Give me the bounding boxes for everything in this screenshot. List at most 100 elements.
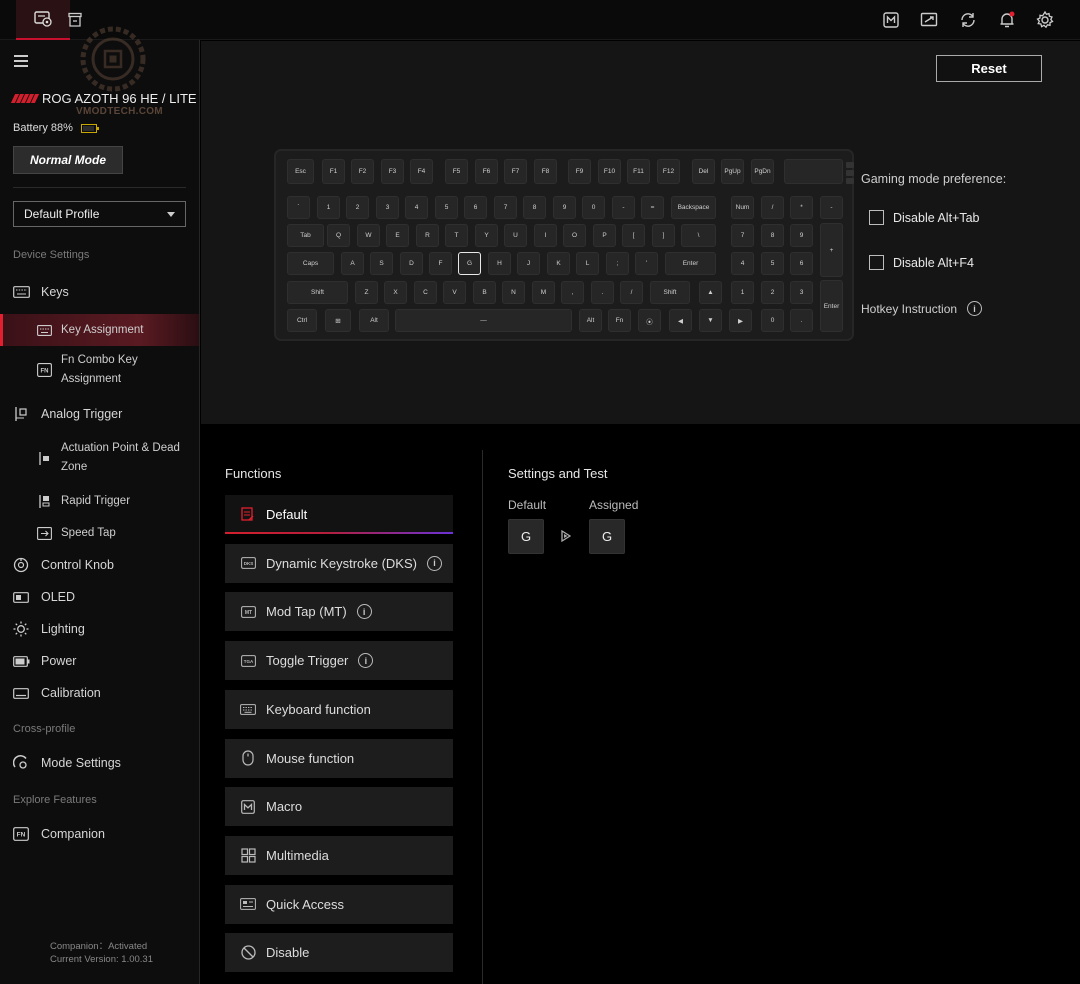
key[interactable]: Enter (820, 280, 843, 332)
profile-dropdown[interactable]: Default Profile (13, 201, 186, 227)
alt-f4-checkbox[interactable] (869, 255, 884, 270)
key[interactable]: T (445, 224, 468, 247)
key[interactable]: C (414, 281, 437, 304)
key[interactable]: O (563, 224, 586, 247)
function-item-macro[interactable]: Macro (225, 787, 453, 827)
key[interactable]: Caps (287, 252, 334, 275)
key[interactable]: + (820, 223, 843, 277)
key[interactable]: X (384, 281, 407, 304)
key[interactable]: F8 (534, 159, 557, 184)
key[interactable]: D (400, 252, 423, 275)
key[interactable]: - (612, 196, 635, 219)
settings-gear-icon[interactable] (1035, 10, 1055, 30)
key[interactable]: - (820, 196, 843, 219)
function-item-mouse-function[interactable]: Mouse function (225, 738, 453, 778)
key[interactable]: K (547, 252, 570, 275)
key[interactable]: Alt (579, 309, 602, 332)
key[interactable]: 2 (346, 196, 369, 219)
key[interactable]: ▼ (699, 309, 722, 332)
key[interactable]: W (357, 224, 380, 247)
function-item-toggle-trigger[interactable]: TGA Toggle Trigger i (225, 641, 453, 681)
sidebar-item-fn-combo[interactable]: FN Fn Combo Key Assignment (0, 350, 199, 390)
notification-bell-icon[interactable] (997, 10, 1017, 30)
key[interactable]: 0 (761, 309, 784, 332)
key[interactable]: F (429, 252, 452, 275)
sidebar-item-companion[interactable]: FN Companion (0, 821, 199, 847)
key[interactable]: / (761, 196, 784, 219)
key[interactable]: Shift (650, 281, 690, 304)
sidebar-item-analog-trigger[interactable]: Analog Trigger (0, 401, 199, 427)
key[interactable]: 8 (523, 196, 546, 219)
key[interactable]: 8 (761, 224, 784, 247)
mode-button[interactable]: Normal Mode (13, 146, 123, 174)
sidebar-item-control-knob[interactable]: Control Knob (0, 552, 199, 578)
menu-hamburger-icon[interactable] (14, 55, 28, 67)
key[interactable]: F2 (351, 159, 374, 184)
key[interactable]: / (620, 281, 643, 304)
key[interactable]: , (561, 281, 584, 304)
key[interactable]: R (416, 224, 439, 247)
key[interactable]: F5 (445, 159, 468, 184)
key[interactable]: 6 (790, 252, 813, 275)
key[interactable]: V (443, 281, 466, 304)
key[interactable]: Fn (608, 309, 631, 332)
key[interactable]: F4 (410, 159, 433, 184)
key[interactable]: P (593, 224, 616, 247)
key[interactable]: [ (622, 224, 645, 247)
sidebar-item-power[interactable]: Power (0, 648, 199, 674)
key[interactable] (784, 159, 843, 184)
key[interactable]: 3 (790, 281, 813, 304)
key[interactable]: Backspace (671, 196, 716, 219)
key[interactable]: Alt (359, 309, 389, 332)
sidebar-item-speed-tap[interactable]: Speed Tap (0, 522, 199, 544)
key[interactable]: H (488, 252, 511, 275)
key[interactable]: 1 (317, 196, 340, 219)
function-item-disable[interactable]: Disable (225, 933, 453, 973)
key[interactable]: 2 (761, 281, 784, 304)
function-item-dynamic-keystroke-dks[interactable]: DKS Dynamic Keystroke (DKS) i (225, 543, 453, 583)
key[interactable]: 5 (435, 196, 458, 219)
key[interactable]: F1 (322, 159, 345, 184)
key[interactable]: ` (287, 196, 310, 219)
key[interactable]: ▶ (729, 309, 752, 332)
key[interactable]: Del (692, 159, 715, 184)
function-item-quick-access[interactable]: Quick Access (225, 884, 453, 924)
key[interactable]: 9 (553, 196, 576, 219)
key[interactable]: N (502, 281, 525, 304)
key[interactable]: 3 (376, 196, 399, 219)
key[interactable]: 4 (405, 196, 428, 219)
key[interactable]: S (370, 252, 393, 275)
key[interactable]: ' (635, 252, 658, 275)
key[interactable]: Shift (287, 281, 348, 304)
sidebar-item-calibration[interactable]: Calibration (0, 680, 199, 706)
key[interactable]: F10 (598, 159, 621, 184)
key[interactable]: 4 (731, 252, 754, 275)
key[interactable]: Tab (287, 224, 324, 247)
info-icon[interactable]: i (356, 604, 372, 620)
key[interactable]: 9 (790, 224, 813, 247)
key[interactable]: M (532, 281, 555, 304)
key[interactable]: = (641, 196, 664, 219)
sidebar-item-actuation[interactable]: Actuation Point & Dead Zone (0, 437, 199, 479)
key[interactable]: ▲ (699, 281, 722, 304)
key[interactable]: F12 (657, 159, 680, 184)
key[interactable]: I (534, 224, 557, 247)
key[interactable]: ] (652, 224, 675, 247)
key[interactable]: F7 (504, 159, 527, 184)
sidebar-item-mode-settings[interactable]: Mode Settings (0, 750, 199, 776)
function-item-mod-tap-mt[interactable]: MT Mod Tap (MT) i (225, 592, 453, 632)
function-item-multimedia[interactable]: Multimedia (225, 835, 453, 875)
key[interactable]: Q (327, 224, 350, 247)
info-icon[interactable]: i (967, 301, 983, 316)
key[interactable]: Z (355, 281, 378, 304)
info-icon[interactable]: i (426, 555, 442, 571)
key[interactable]: F3 (381, 159, 404, 184)
disable-alt-tab-option[interactable]: Disable Alt+Tab (869, 210, 980, 225)
sync-icon[interactable] (958, 10, 978, 30)
knob-indicator[interactable] (846, 162, 856, 186)
key[interactable]: . (790, 309, 813, 332)
key[interactable]: A (341, 252, 364, 275)
key[interactable]: 7 (731, 224, 754, 247)
key[interactable]: ⦿ (638, 309, 661, 332)
key[interactable]: L (576, 252, 599, 275)
